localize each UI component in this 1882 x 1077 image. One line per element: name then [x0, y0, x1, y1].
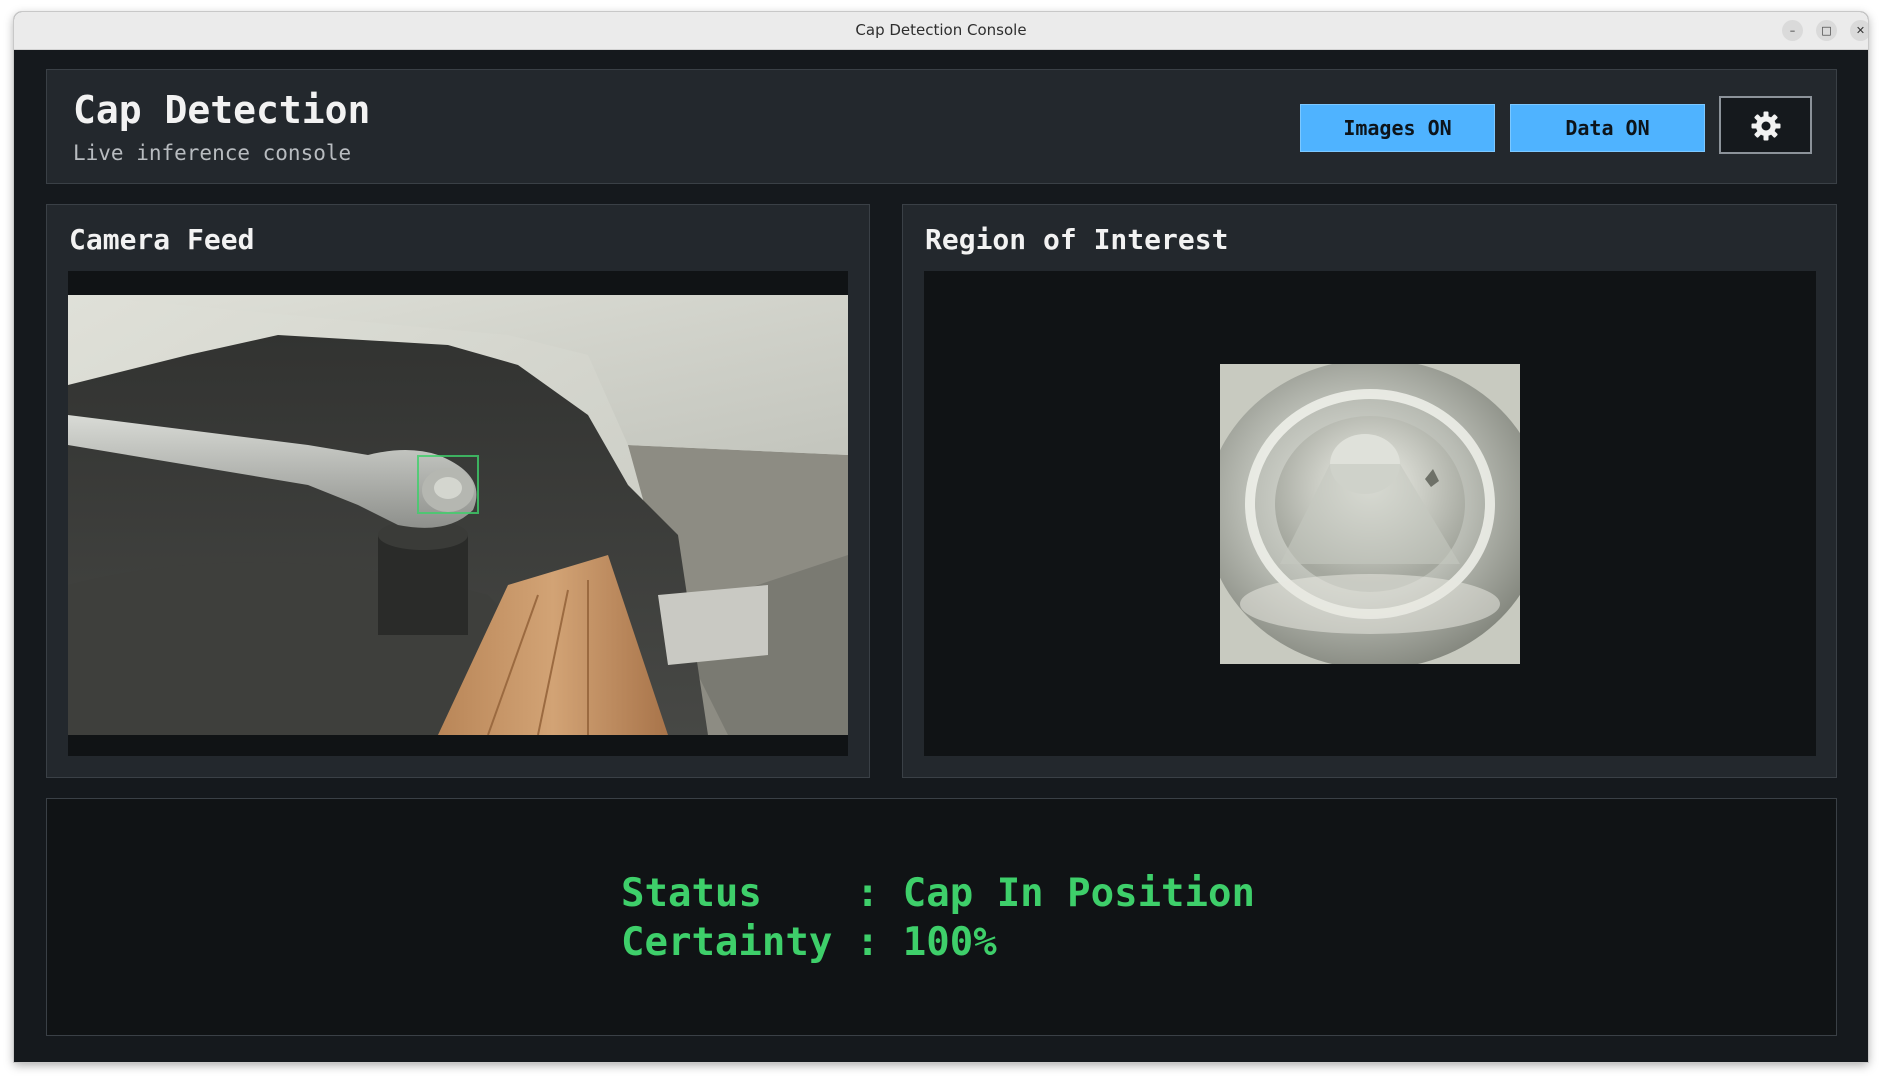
settings-button[interactable] — [1719, 96, 1812, 154]
camera-feed-view — [68, 271, 848, 756]
app-window: Cap Detection Console – □ ✕ Cap Detectio… — [14, 12, 1868, 1062]
app-title: Cap Detection — [73, 88, 371, 132]
window-title: Cap Detection Console — [855, 21, 1027, 39]
status-value: Cap In Position — [902, 871, 1255, 916]
data-toggle-button[interactable]: Data ON — [1510, 104, 1705, 152]
title-bar[interactable]: Cap Detection Console – □ ✕ — [14, 12, 1868, 50]
camera-feed-title: Camera Feed — [69, 223, 255, 256]
roi-title: Region of Interest — [925, 223, 1229, 256]
status-readout: Status : Cap In Position Certainty : 100… — [621, 869, 1255, 967]
roi-image — [1220, 364, 1520, 664]
certainty-label: Certainty — [621, 920, 856, 965]
roi-view — [924, 271, 1816, 756]
images-toggle-button[interactable]: Images ON — [1300, 104, 1495, 152]
gear-icon — [1751, 111, 1781, 141]
roi-panel: Region of Interest — [902, 204, 1837, 778]
camera-image — [68, 295, 848, 735]
minimize-button[interactable]: – — [1782, 20, 1803, 41]
close-button[interactable]: ✕ — [1850, 20, 1868, 41]
status-panel: Status : Cap In Position Certainty : 100… — [46, 798, 1837, 1036]
header-panel: Cap Detection Live inference console Ima… — [46, 69, 1837, 184]
status-separator: : — [855, 871, 903, 916]
app-subtitle: Live inference console — [73, 141, 352, 165]
certainty-value: 100% — [902, 920, 997, 965]
status-label: Status — [621, 871, 856, 916]
camera-feed-panel: Camera Feed — [46, 204, 870, 778]
maximize-button[interactable]: □ — [1816, 20, 1837, 41]
certainty-separator: : — [855, 920, 903, 965]
